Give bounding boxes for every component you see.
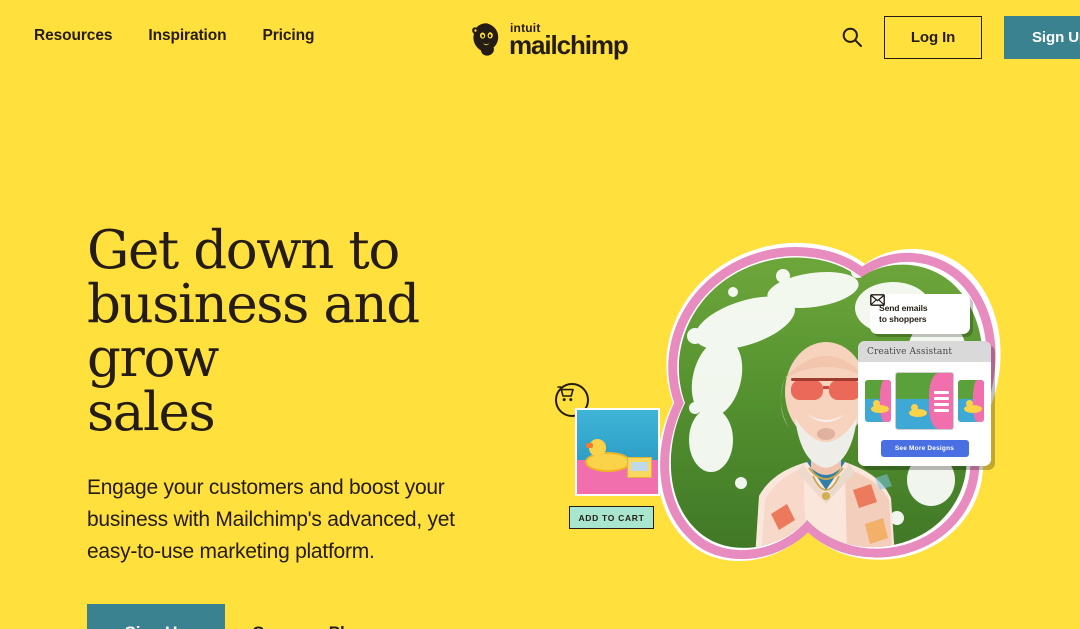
- see-more-designs-button[interactable]: See More Designs: [880, 440, 969, 457]
- design-carousel: [858, 371, 991, 431]
- design-thumbnail-left[interactable]: [865, 380, 891, 422]
- nav-item-inspiration[interactable]: Inspiration: [148, 26, 226, 46]
- nav-item-resources[interactable]: Resources: [34, 26, 112, 46]
- login-button[interactable]: Log In: [884, 15, 983, 59]
- design-thumbnail-right[interactable]: [958, 380, 984, 422]
- search-icon: [842, 27, 863, 47]
- product-box-graphic: [627, 457, 652, 478]
- hero-cta-row: Sign Up Compare Plans: [87, 604, 547, 629]
- hero-signup-button[interactable]: Sign Up: [87, 604, 225, 629]
- site-header: Marketing Resources Inspiration Pricing …: [0, 0, 1080, 73]
- nav-item-pricing[interactable]: Pricing: [263, 26, 315, 46]
- logo-wordmark: intuit mailchimp: [509, 22, 629, 60]
- creative-assistant-card: Creative Assistant See More Designs: [858, 341, 991, 466]
- send-emails-tooltip-text: Send emails to shoppers: [879, 303, 928, 324]
- hero-illustration: ADD TO CART Send emails to shoppers Crea…: [545, 228, 1045, 583]
- primary-navigation: Marketing Resources Inspiration Pricing: [0, 26, 314, 46]
- logo-mailchimp-text: mailchimp: [509, 29, 629, 60]
- hero-content: Get down to business and grow sales Enga…: [87, 224, 547, 629]
- freddie-monkey-icon: [472, 23, 499, 56]
- header-actions: Log In Sign Up: [830, 15, 1080, 59]
- creative-assistant-title: Creative Assistant: [858, 341, 991, 362]
- hero-headline: Get down to business and grow sales: [87, 220, 420, 443]
- header-signup-button[interactable]: Sign Up: [1004, 15, 1080, 59]
- send-emails-tooltip: Send emails to shoppers: [870, 294, 970, 334]
- search-button[interactable]: [830, 15, 874, 59]
- compare-plans-link[interactable]: Compare Plans: [252, 623, 373, 629]
- mailchimp-logo[interactable]: intuit mailchimp: [470, 15, 629, 60]
- add-to-cart-button[interactable]: ADD TO CART: [569, 506, 654, 529]
- landing-page: Marketing Resources Inspiration Pricing …: [0, 0, 1080, 629]
- duck-float-graphic: [585, 439, 631, 472]
- creative-assistant-body: See More Designs: [858, 362, 991, 466]
- design-thumbnail-main[interactable]: [895, 372, 954, 430]
- product-image-card: [575, 408, 660, 496]
- shopping-cart-icon: [557, 386, 574, 402]
- hero-subheadline: Engage your customers and boost your bus…: [87, 476, 455, 563]
- envelope-icon: [870, 294, 885, 306]
